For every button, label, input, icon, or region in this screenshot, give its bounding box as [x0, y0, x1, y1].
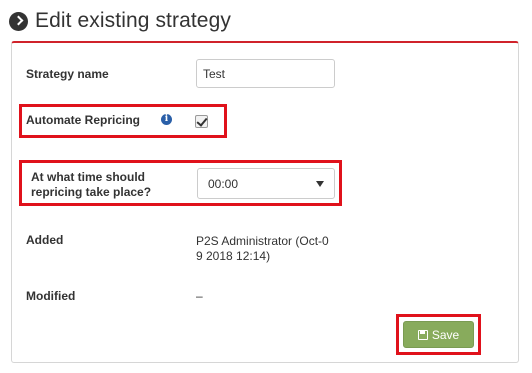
- page-header: Edit existing strategy: [9, 6, 231, 36]
- floppy-disk-icon: [417, 329, 428, 340]
- page-title: Edit existing strategy: [35, 9, 231, 32]
- added-label: Added: [26, 233, 64, 247]
- repricing-time-label-line2: repricing take place?: [31, 185, 152, 199]
- automate-repricing-checkbox[interactable]: [195, 115, 208, 128]
- modified-value: –: [196, 289, 203, 303]
- repricing-time-selected: 00:00: [208, 176, 239, 191]
- strategy-name-value: Test: [203, 66, 226, 81]
- chevron-right-circle-icon: [9, 11, 28, 31]
- chevron-down-icon: [316, 180, 324, 187]
- save-button[interactable]: Save: [403, 321, 474, 348]
- strategy-name-input[interactable]: Test: [196, 59, 335, 88]
- info-circle-icon[interactable]: i: [161, 114, 172, 125]
- automate-repricing-label: Automate Repricing: [26, 113, 141, 127]
- repricing-time-select[interactable]: 00:00: [197, 168, 335, 199]
- modified-label: Modified: [26, 289, 76, 303]
- strategy-name-label: Strategy name: [26, 67, 109, 81]
- added-value-line2: 9 2018 12:14): [196, 249, 271, 263]
- save-button-label: Save: [431, 327, 460, 342]
